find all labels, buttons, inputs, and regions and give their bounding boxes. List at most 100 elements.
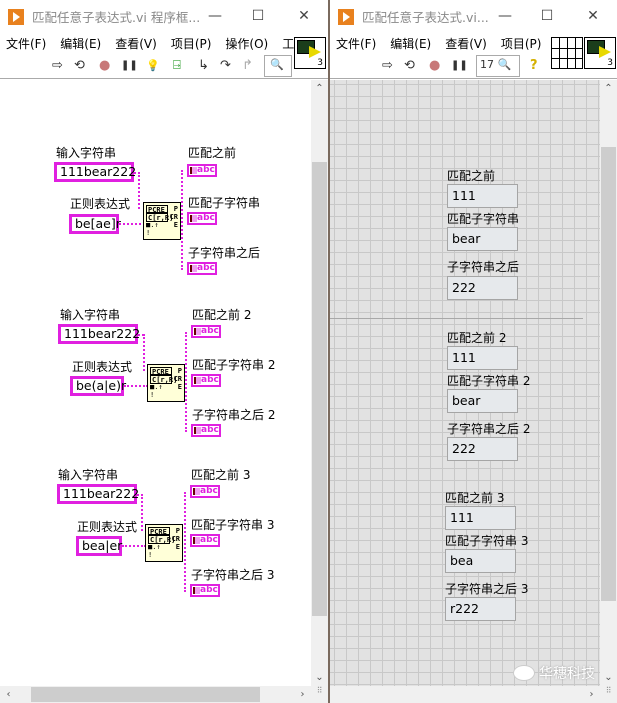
after-match-indicator[interactable]: 222 [447,276,518,300]
after-match-indicator[interactable]: r222 [445,597,516,621]
scroll-thumb[interactable] [601,147,616,601]
horizontal-scrollbar[interactable]: › [330,686,600,703]
connector-pane[interactable] [551,37,583,69]
match-substring-indicator[interactable]: abc [191,374,221,387]
horizontal-scrollbar[interactable]: ‹ › [0,686,311,703]
menu-view[interactable]: 查看(V) [445,35,487,52]
close-button[interactable]: ✕ [294,6,314,26]
pause-icon[interactable]: ❚❚ [451,57,468,75]
block-diagram-window: 匹配任意子表达式.vi 程序框... — ☐ ✕ 文件(F) 编辑(E) 查看(… [0,0,328,703]
after-match-indicator[interactable]: abc [187,262,217,275]
match-substring-indicator[interactable]: bear [447,227,518,251]
before-match-label: 匹配之前 [447,169,496,183]
after-match-indicator[interactable]: 222 [447,437,518,461]
text-settings-dropdown[interactable]: 17 🔍 [476,55,520,77]
run-continuously-icon[interactable]: ⟲ [404,57,415,75]
labview-app-icon [8,8,24,25]
run-arrow-icon[interactable]: ⇨ [382,57,393,75]
scroll-down-icon[interactable]: ⌄ [600,669,617,686]
menu-project[interactable]: 项目(P) [171,35,212,52]
input-string-control[interactable]: 111bear222 [54,162,136,182]
menu-edit[interactable]: 编辑(E) [390,35,431,52]
match-substring-indicator[interactable]: bea [445,549,516,573]
block-diagram-canvas[interactable]: 输入字符串 111bear222 正则表达式 be[ae]r PCRE C[r,… [0,80,311,686]
maximize-button[interactable]: ☐ [537,6,557,26]
match-regex-node[interactable]: PCRE C[r,R] P CR E ■.↑! [145,524,183,562]
scroll-left-icon[interactable]: ‹ [0,686,17,703]
match-substring-indicator[interactable]: bear [447,389,518,413]
menu-tools[interactable]: 工 [282,35,294,52]
before-match-indicator[interactable]: 111 [447,184,518,208]
vi-icon[interactable]: 3 [584,37,616,69]
title-bar[interactable]: 匹配任意子表达式.vi... — ☐ ✕ [330,0,617,33]
vi-icon[interactable]: 3 [294,37,326,69]
scroll-right-icon[interactable]: › [583,686,600,703]
match-regex-node[interactable]: PCRE C[r,R] P CR E ■.↑! [147,364,185,402]
run-continuously-icon[interactable]: ⟲ [74,57,85,75]
pause-icon[interactable]: ❚❚ [121,57,138,75]
match-substring-label: 匹配子字符串 3 [191,518,275,532]
regex-control[interactable]: be(a|e)r [70,376,126,396]
scroll-down-icon[interactable]: ⌄ [311,669,328,686]
help-icon[interactable]: ? [530,57,538,75]
wire [143,334,145,371]
minimize-button[interactable]: — [205,6,225,26]
toolbar: ⇨ ⟲ ● ❚❚ 💡 ⍈ ↳ ↷ ↱ 🔍 [0,53,328,79]
regex-control[interactable]: be[ae]r [69,214,121,234]
before-match-indicator[interactable]: abc [191,325,221,338]
after-match-label: 子字符串之后 [447,260,520,274]
before-match-indicator[interactable]: 111 [445,506,516,530]
after-match-indicator[interactable]: abc [191,424,221,437]
abort-icon[interactable]: ● [429,57,440,75]
resize-grip[interactable]: ⠿ [311,686,328,703]
match-substring-label: 匹配子字符串 3 [445,534,529,548]
before-match-indicator[interactable]: abc [190,485,220,498]
scroll-up-icon[interactable]: ⌃ [600,80,617,97]
match-substring-label: 匹配子字符串 2 [192,358,276,372]
retain-wire-values-icon[interactable]: ⍈ [173,57,181,75]
match-substring-indicator[interactable]: abc [187,212,217,225]
match-regex-node[interactable]: PCRE C[r,R] P CR E ■.↑! [143,202,181,240]
input-string-control[interactable]: 111bear222 [57,484,139,504]
menu-edit[interactable]: 编辑(E) [60,35,101,52]
scroll-thumb[interactable] [31,687,260,702]
regex-control[interactable]: bea|er [76,536,122,556]
front-panel-window: 匹配任意子表达式.vi... — ☐ ✕ 文件(F) 编辑(E) 查看(V) 项… [330,0,617,703]
title-bar[interactable]: 匹配任意子表达式.vi 程序框... — ☐ ✕ [0,0,328,33]
before-match-indicator[interactable]: abc [187,164,217,177]
regex-label: 正则表达式 [72,360,133,374]
scroll-right-icon[interactable]: › [294,686,311,703]
menu-file[interactable]: 文件(F) [6,35,46,52]
step-into-icon[interactable]: ↳ [198,57,209,75]
search-icon[interactable]: 🔍 [264,55,292,77]
maximize-button[interactable]: ☐ [248,6,268,26]
regex-label: 正则表达式 [77,520,138,534]
run-arrow-icon[interactable]: ⇨ [52,57,63,75]
divider [330,318,583,319]
menu-file[interactable]: 文件(F) [336,35,376,52]
before-match-label: 匹配之前 3 [191,468,251,482]
menu-view[interactable]: 查看(V) [115,35,157,52]
match-substring-label: 匹配子字符串 [188,196,261,210]
wire [124,385,148,387]
after-match-label: 子字符串之后 3 [445,582,529,596]
vertical-scrollbar[interactable]: ⌃ ⌄ [600,80,617,686]
before-match-indicator[interactable]: 111 [447,346,518,370]
scroll-up-icon[interactable]: ⌃ [311,80,328,97]
close-button[interactable]: ✕ [583,6,603,26]
minimize-button[interactable]: — [495,6,515,26]
abort-icon[interactable]: ● [99,57,110,75]
highlight-execution-icon[interactable]: 💡 [146,57,160,75]
front-panel-canvas[interactable]: 匹配之前 111 匹配子字符串 bear 子字符串之后 222 匹配之前 2 1… [330,80,600,686]
scroll-thumb[interactable] [312,162,327,616]
input-string-control[interactable]: 111bear222 [58,324,140,344]
input-string-label: 输入字符串 [56,146,117,160]
menu-operate[interactable]: 操作(O) [225,35,268,52]
step-over-icon[interactable]: ↷ [220,57,231,75]
vertical-scrollbar[interactable]: ⌃ ⌄ [311,80,328,686]
resize-grip[interactable]: ⠿ [600,686,617,703]
after-match-indicator[interactable]: abc [190,584,220,597]
step-out-icon[interactable]: ↱ [242,57,253,75]
match-substring-indicator[interactable]: abc [190,534,220,547]
menu-project[interactable]: 项目(P) [501,35,542,52]
